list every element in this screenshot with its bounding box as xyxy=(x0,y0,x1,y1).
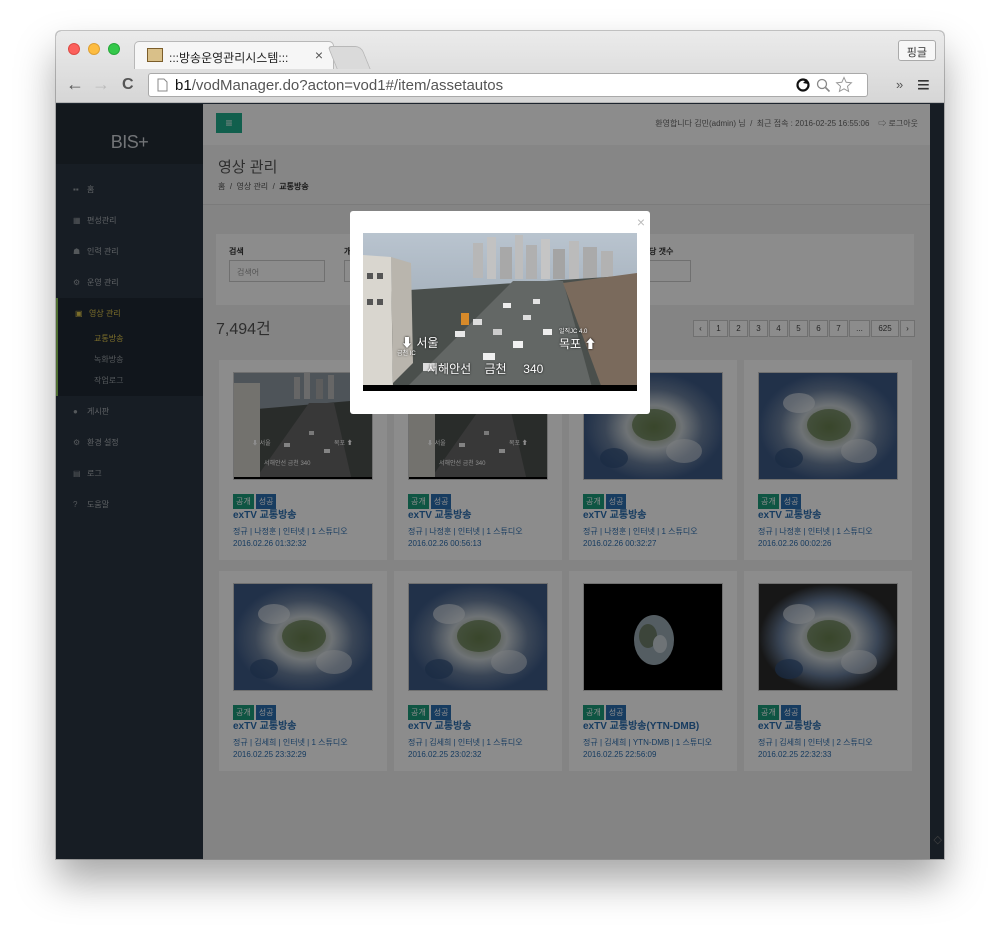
extensions-overflow-icon[interactable]: » xyxy=(896,77,903,92)
zoom-icon[interactable] xyxy=(816,78,831,93)
browser-window: :::방송운영관리시스템::: × 핑글 ← → C b1/vodManager… xyxy=(56,31,944,859)
overlay-jc: 일직JC 4.0 xyxy=(559,329,588,335)
video-preview-modal: × ⬇ 서울 금천 IC 일직JC 4.0 목포 ⬆ 서해안선 금천 340 xyxy=(350,211,650,414)
overlay-mokpo: 목포 ⬆ xyxy=(559,337,597,351)
favicon-icon xyxy=(147,48,163,62)
tab-close-icon[interactable]: × xyxy=(315,47,323,63)
sync-icon[interactable] xyxy=(795,77,811,93)
browser-menu-icon[interactable]: ≡ xyxy=(917,72,930,98)
modal-close-icon[interactable]: × xyxy=(637,214,645,230)
browser-chrome: :::방송운영관리시스템::: × 핑글 ← → C b1/vodManager… xyxy=(56,31,944,103)
overlay-bottom: 서해안선 금천 340 xyxy=(427,362,544,376)
video-player[interactable]: ⬇ 서울 금천 IC 일직JC 4.0 목포 ⬆ 서해안선 금천 340 xyxy=(363,233,637,391)
address-bar[interactable]: b1/vodManager.do?acton=vod1#/item/asseta… xyxy=(148,73,868,97)
minimize-window-button[interactable] xyxy=(88,43,100,55)
close-window-button[interactable] xyxy=(68,43,80,55)
browser-tab[interactable]: :::방송운영관리시스템::: × xyxy=(134,41,334,69)
forward-icon[interactable]: → xyxy=(92,74,110,95)
profile-button[interactable]: 핑글 xyxy=(897,40,936,61)
page-icon xyxy=(157,78,168,92)
back-icon[interactable]: ← xyxy=(66,74,84,95)
url-text: b1/vodManager.do?acton=vod1#/item/asseta… xyxy=(175,77,504,94)
maximize-window-button[interactable] xyxy=(108,43,120,55)
tab-title: :::방송운영관리시스템::: xyxy=(169,51,289,65)
reload-icon[interactable]: C xyxy=(122,76,134,94)
overlay-ic: 금천 IC xyxy=(397,351,416,357)
bookmark-star-icon[interactable] xyxy=(835,76,853,94)
